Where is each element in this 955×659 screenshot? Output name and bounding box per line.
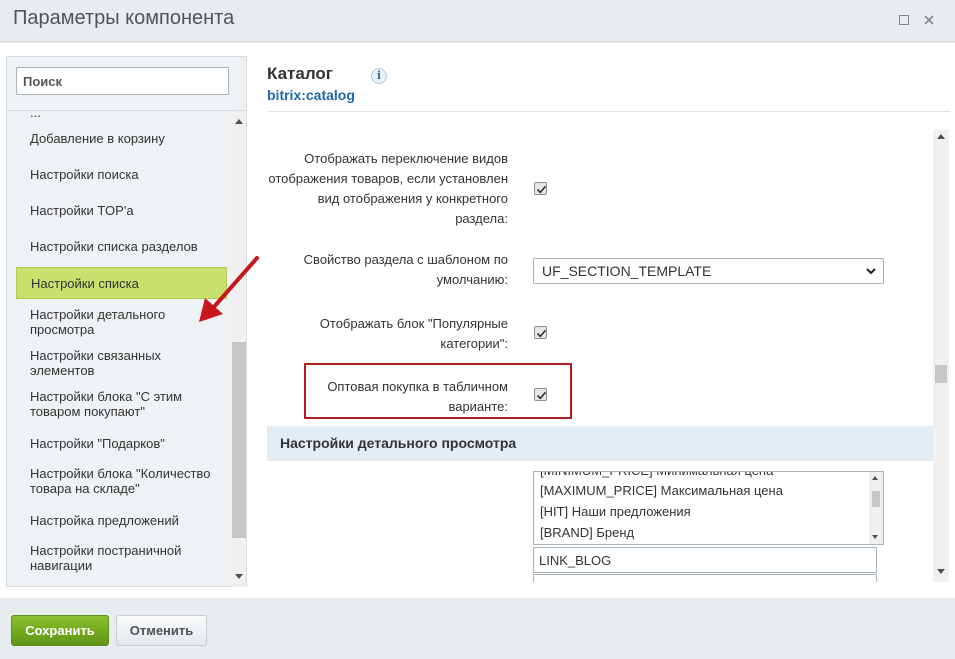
link-vacancy-input[interactable] — [533, 574, 877, 582]
sidebar-item-label: Настройки блока "С этим товаром покупают… — [30, 389, 183, 419]
sidebar-scrollbar[interactable] — [232, 111, 246, 587]
sidebar-item-label: Настройка предложений — [30, 512, 179, 528]
component-title: Каталог — [267, 64, 333, 83]
sidebar-item-label: Настройки списка разделов — [30, 238, 198, 254]
sidebar-item-search-settings[interactable]: Настройки поиска — [16, 157, 227, 191]
window-titlebar: Параметры компонента — [0, 0, 955, 42]
sidebar-item-detail-settings[interactable]: Настройки детального просмотра — [16, 303, 227, 341]
sidebar-item-label: Настройки TOP'а — [30, 202, 134, 218]
scroll-down-icon[interactable] — [872, 535, 878, 539]
settings-panel: Отображать переключение видов отображени… — [267, 129, 950, 582]
scrollbar-thumb[interactable] — [935, 365, 947, 383]
detail-properties-multiselect[interactable]: [MINIMUM_PRICE] Минимальная цена [MAXIMU… — [533, 471, 884, 545]
setting-label-wholesale-table: Оптовая покупка в табличном варианте: — [327, 379, 508, 414]
sidebar-item-label: Настройки поиска — [30, 166, 139, 182]
sidebar-item-also-bought[interactable]: Настройки блока "С этим товаром покупают… — [16, 385, 227, 423]
setting-label-section-template: Свойство раздела с шаблоном по умолчанию… — [303, 252, 508, 287]
scrollbar-thumb[interactable] — [872, 491, 880, 507]
scrollbar-thumb[interactable] — [232, 342, 246, 538]
sidebar-item-top-settings[interactable]: Настройки TOP'а — [16, 193, 227, 227]
section-template-select-value: UF_SECTION_TEMPLATE — [542, 263, 712, 279]
multiselect-option[interactable]: [HIT] Наши предложения — [540, 504, 691, 520]
wholesale-table-checkbox[interactable] — [534, 388, 547, 401]
sidebar-item-gifts[interactable]: Настройки "Подарков" — [16, 426, 227, 460]
sidebar-item-cut: ... — [30, 111, 41, 120]
sidebar-item-section-list-settings[interactable]: Настройки списка разделов — [16, 229, 227, 263]
view-switch-checkbox[interactable] — [534, 182, 547, 195]
sidebar-item-label: Настройки блока "Количество товара на ск… — [30, 466, 211, 496]
scroll-down-icon[interactable] — [937, 569, 945, 574]
sidebar-item-label: Настройки списка — [31, 275, 139, 291]
sidebar-item-list-settings[interactable]: Настройки списка — [16, 267, 227, 299]
sidebar-item-offers-settings[interactable]: Настройка предложений — [16, 503, 227, 537]
header-divider — [267, 111, 950, 112]
component-code: bitrix:catalog — [267, 87, 355, 103]
cancel-button[interactable]: Отменить — [116, 615, 207, 646]
multiselect-option[interactable]: [MAXIMUM_PRICE] Максимальная цена — [540, 483, 783, 499]
sidebar-item-label: Настройки "Подарков" — [30, 435, 165, 451]
dialog-content: ... Добавление в корзину Настройки поиск… — [0, 43, 955, 598]
sidebar-item-label: Настройки связанных элементов — [30, 348, 162, 378]
chevron-down-icon — [866, 268, 876, 275]
sidebar-item-related-elements[interactable]: Настройки связанных элементов — [16, 344, 227, 382]
sidebar-item-label: Настройки постраничной навигации — [30, 543, 182, 573]
dialog-footer: Сохранить Отменить — [0, 598, 955, 659]
settings-scrollbar[interactable] — [933, 129, 949, 582]
setting-label-popular-categories: Отображать блок "Популярные категории": — [319, 316, 508, 351]
scroll-up-icon[interactable] — [872, 476, 878, 480]
multiselect-option[interactable]: [MINIMUM_PRICE] Минимальная цена — [540, 472, 773, 479]
scroll-up-icon[interactable] — [937, 134, 945, 139]
multiselect-scrollbar[interactable] — [869, 472, 883, 544]
sidebar-item-label: Добавление в корзину — [30, 130, 165, 146]
sidebar-item-add-to-cart[interactable]: Добавление в корзину — [16, 121, 227, 155]
close-icon[interactable] — [922, 13, 936, 27]
section-header-detail: Настройки детального просмотра — [267, 426, 934, 461]
info-icon[interactable]: i — [371, 68, 387, 84]
sidebar-item-label: Настройки детального просмотра — [30, 307, 166, 337]
scroll-up-icon[interactable] — [235, 119, 243, 124]
settings-sidebar: ... Добавление в корзину Настройки поиск… — [6, 56, 247, 587]
sidebar-item-pagination-settings[interactable]: Настройки постраничной навигации — [16, 539, 227, 577]
link-blog-input[interactable] — [533, 547, 877, 573]
sidebar-search-input[interactable] — [16, 67, 229, 95]
popular-categories-checkbox[interactable] — [534, 326, 547, 339]
section-template-select[interactable]: UF_SECTION_TEMPLATE — [533, 258, 884, 284]
multiselect-option[interactable]: [BRAND] Бренд — [540, 525, 634, 541]
scroll-down-icon[interactable] — [235, 574, 243, 579]
save-button[interactable]: Сохранить — [11, 615, 109, 646]
setting-label-view-switch: Отображать переключение видов отображени… — [268, 151, 508, 226]
window-title: Параметры компонента — [13, 7, 235, 29]
sidebar-item-stock-quantity[interactable]: Настройки блока "Количество товара на ск… — [16, 462, 227, 500]
sidebar-list: ... Добавление в корзину Настройки поиск… — [7, 111, 232, 587]
maximize-icon[interactable] — [897, 13, 911, 27]
